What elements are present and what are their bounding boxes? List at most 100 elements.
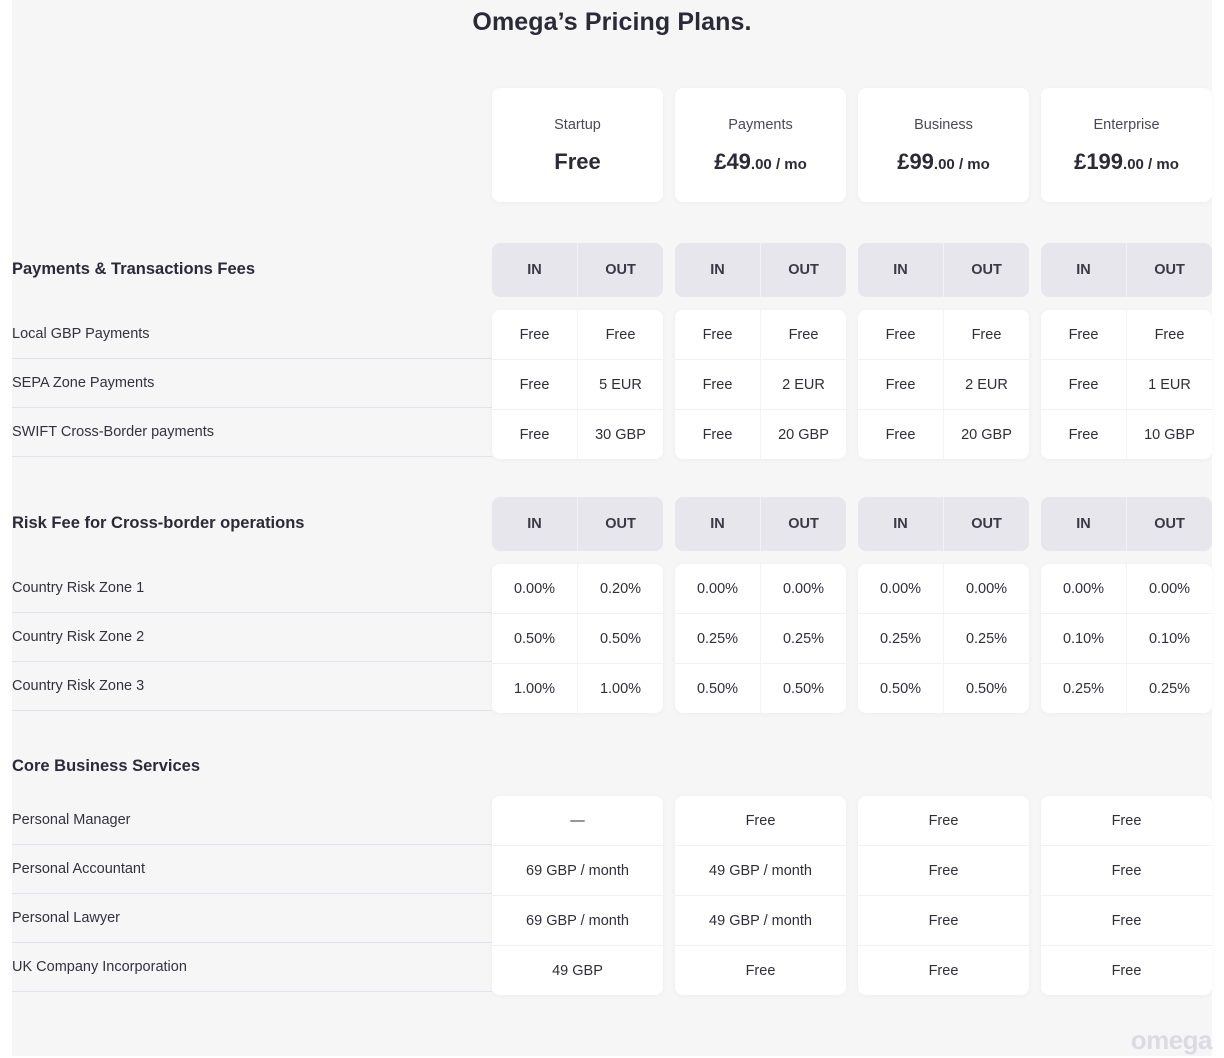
table-row: 0.50% 0.50%	[675, 663, 846, 713]
value-in: 0.00%	[696, 580, 739, 597]
value-out: 0.10%	[1126, 614, 1212, 663]
io-header-out: OUT	[943, 243, 1029, 297]
value-out: 2 EUR	[760, 360, 846, 409]
value-cell: Free	[1111, 962, 1142, 979]
row-label: Personal Manager	[12, 796, 492, 845]
table-row: Free	[1041, 796, 1212, 845]
plan-name: Startup	[554, 117, 601, 133]
value-in: 0.25%	[696, 630, 739, 647]
value-in: 0.50%	[696, 680, 739, 697]
value-out: 0.25%	[1126, 664, 1212, 713]
table-row: Free	[858, 895, 1029, 945]
section-title-risk: Risk Fee for Cross-border operations	[12, 514, 305, 532]
value-in: 0.00%	[1062, 580, 1105, 597]
value-in: Free	[1068, 426, 1099, 443]
table-row: 0.50% 0.50%	[858, 663, 1029, 713]
row-label: Country Risk Zone 1	[12, 564, 492, 613]
row-label: UK Company Incorporation	[12, 943, 492, 992]
value-card-enterprise: 0.00% 0.00% 0.10% 0.10% 0.25% 0.25%	[1041, 564, 1212, 713]
io-header-in: IN	[527, 516, 542, 532]
table-row: Free	[675, 945, 846, 995]
value-out: 1.00%	[577, 664, 663, 713]
value-out: 5 EUR	[577, 360, 663, 409]
value-out: 0.00%	[943, 564, 1029, 613]
table-row: Free	[858, 796, 1029, 845]
plan-price: £49.00 / mo	[675, 149, 846, 175]
value-card-enterprise: Free Free Free Free	[1041, 796, 1212, 995]
table-row: Free 20 GBP	[858, 409, 1029, 459]
row-label: SWIFT Cross-Border payments	[12, 408, 492, 457]
plan-card-enterprise: Enterprise £199.00 / mo	[1041, 88, 1212, 202]
table-row: 69 GBP / month	[492, 895, 663, 945]
value-in: 0.25%	[1062, 680, 1105, 697]
value-in: Free	[702, 376, 733, 393]
value-cell: Free	[928, 812, 959, 829]
value-cell: —	[570, 812, 585, 829]
value-in: 0.00%	[879, 580, 922, 597]
io-header-in: IN	[710, 516, 725, 532]
value-in: Free	[702, 326, 733, 343]
table-row: Free Free	[675, 310, 846, 359]
value-card-business: Free Free Free Free	[858, 796, 1029, 995]
row-label: Local GBP Payments	[12, 310, 492, 359]
table-row: Free 2 EUR	[858, 359, 1029, 409]
table-row: Free Free	[1041, 310, 1212, 359]
plan-name: Business	[914, 117, 973, 133]
value-out: Free	[577, 310, 663, 359]
plan-card-payments: Payments £49.00 / mo	[675, 88, 846, 202]
value-in: 0.00%	[513, 580, 556, 597]
plan-price-period: / mo	[954, 156, 990, 173]
omega-logo: omega	[1130, 1025, 1213, 1055]
plan-price-amount: £99	[897, 149, 934, 174]
value-cell: Free	[1111, 862, 1142, 879]
io-header-out: OUT	[577, 243, 663, 297]
value-cell: 69 GBP / month	[526, 912, 629, 929]
value-cell: 49 GBP / month	[709, 862, 812, 879]
section-title-core: Core Business Services	[12, 757, 201, 775]
value-out: Free	[1126, 310, 1212, 359]
value-card-payments: Free 49 GBP / month 49 GBP / month Free	[675, 796, 846, 995]
plan-price: £99.00 / mo	[858, 149, 1029, 175]
table-row: 0.25% 0.25%	[858, 613, 1029, 663]
value-in: Free	[885, 376, 916, 393]
value-out: 2 EUR	[943, 360, 1029, 409]
value-in: Free	[519, 426, 550, 443]
value-out: Free	[943, 310, 1029, 359]
io-header-in: IN	[893, 262, 908, 278]
value-in: Free	[885, 326, 916, 343]
value-in: 0.50%	[879, 680, 922, 697]
value-out: Free	[760, 310, 846, 359]
value-out: 1 EUR	[1126, 360, 1212, 409]
table-row: 0.25% 0.25%	[675, 613, 846, 663]
plan-price-cents: .00	[750, 156, 772, 173]
value-card-startup: — 69 GBP / month 69 GBP / month 49 GBP	[492, 796, 663, 995]
table-row: Free Free	[492, 310, 663, 359]
table-row: 0.10% 0.10%	[1041, 613, 1212, 663]
value-out: 20 GBP	[943, 410, 1029, 459]
table-row: 0.50% 0.50%	[492, 613, 663, 663]
io-header-payments: IN OUT	[675, 497, 846, 551]
io-header-enterprise: IN OUT	[1041, 497, 1212, 551]
value-card-enterprise: Free Free Free 1 EUR Free 10 GBP	[1041, 310, 1212, 459]
row-label: Personal Lawyer	[12, 894, 492, 943]
value-cell: Free	[928, 912, 959, 929]
plan-price-amount: £49	[714, 149, 751, 174]
table-row: —	[492, 796, 663, 845]
value-out: 30 GBP	[577, 410, 663, 459]
value-out: 10 GBP	[1126, 410, 1212, 459]
plan-price-amount: Free	[554, 149, 601, 174]
value-cell: 49 GBP	[552, 962, 603, 979]
value-in: Free	[1068, 326, 1099, 343]
value-in: Free	[519, 326, 550, 343]
io-header-in: IN	[527, 262, 542, 278]
table-row: 0.00% 0.00%	[1041, 564, 1212, 613]
value-out: 0.50%	[577, 614, 663, 663]
value-card-startup: 0.00% 0.20% 0.50% 0.50% 1.00% 1.00%	[492, 564, 663, 713]
io-header-out: OUT	[577, 497, 663, 551]
value-out: 0.50%	[760, 664, 846, 713]
io-header-out: OUT	[1126, 497, 1212, 551]
value-cell: Free	[1111, 912, 1142, 929]
value-cell: Free	[745, 962, 776, 979]
value-cell: Free	[745, 812, 776, 829]
table-row: 0.00% 0.20%	[492, 564, 663, 613]
